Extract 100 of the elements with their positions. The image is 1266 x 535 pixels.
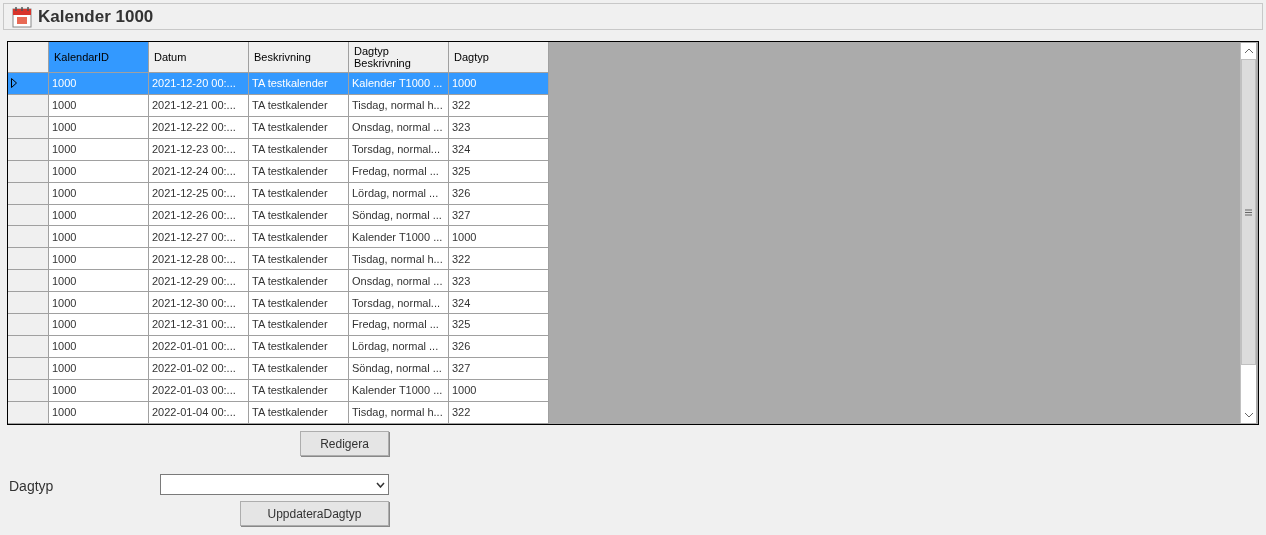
table-cell: Lördag, normal ... xyxy=(349,336,449,359)
table-cell: TA testkalender xyxy=(249,248,349,271)
table-cell: 1000 xyxy=(49,94,149,117)
table-cell: TA testkalender xyxy=(249,72,349,95)
table-cell: Torsdag, normal... xyxy=(349,138,449,161)
dagtyp-label: Dagtyp xyxy=(9,477,54,496)
table-cell: 1000 xyxy=(49,314,149,337)
current-row-icon xyxy=(11,78,17,89)
table-cell: TA testkalender xyxy=(249,204,349,227)
table-cell: Onsdag, normal ... xyxy=(349,270,449,293)
row-header[interactable] xyxy=(8,160,49,183)
table-cell: 1000 xyxy=(49,72,149,95)
table-cell: 2021-12-26 00:... xyxy=(149,204,249,227)
table-cell: 327 xyxy=(449,358,549,381)
row-header[interactable] xyxy=(8,336,49,359)
table-cell: 1000 xyxy=(449,380,549,402)
table-cell: 2021-12-21 00:... xyxy=(149,94,249,117)
table-cell: 2021-12-20 00:... xyxy=(149,72,249,95)
column-header[interactable]: Beskrivning xyxy=(249,42,349,73)
table-cell: 326 xyxy=(449,336,549,359)
table-cell: TA testkalender xyxy=(249,94,349,117)
table-cell: 1000 xyxy=(49,138,149,161)
table-cell: Fredag, normal ... xyxy=(349,160,449,183)
column-header[interactable]: Dagtyp xyxy=(449,42,549,73)
table-cell: 1000 xyxy=(49,292,149,315)
table-cell: 2022-01-03 00:... xyxy=(149,380,249,402)
table-cell: 1000 xyxy=(49,248,149,271)
row-header[interactable] xyxy=(8,116,49,139)
table-cell: 1000 xyxy=(49,160,149,183)
row-header[interactable] xyxy=(8,270,49,293)
table-cell: 1000 xyxy=(49,402,149,424)
table-cell: 325 xyxy=(449,314,549,337)
row-header[interactable] xyxy=(8,402,49,424)
table-cell: 1000 xyxy=(49,380,149,402)
table-cell: 2022-01-04 00:... xyxy=(149,402,249,424)
table-cell: TA testkalender xyxy=(249,402,349,424)
table-cell: 327 xyxy=(449,204,549,227)
chevron-down-icon xyxy=(376,481,385,488)
row-header[interactable] xyxy=(8,94,49,117)
table-cell: TA testkalender xyxy=(249,314,349,337)
table-cell: 1000 xyxy=(49,204,149,227)
scroll-thumb[interactable] xyxy=(1241,59,1256,365)
scrollbar[interactable] xyxy=(1240,43,1256,423)
table-cell: TA testkalender xyxy=(249,270,349,293)
table-cell: 2021-12-24 00:... xyxy=(149,160,249,183)
table-cell: 324 xyxy=(449,292,549,315)
edit-button[interactable]: Redigera xyxy=(300,431,389,456)
table-cell: 1000 xyxy=(49,116,149,139)
table-cell: 2022-01-01 00:... xyxy=(149,336,249,359)
column-header[interactable]: Dagtyp Beskrivning xyxy=(349,42,449,73)
table-cell: Kalender T1000 ... xyxy=(349,226,449,249)
row-header[interactable] xyxy=(8,358,49,381)
grip-icon xyxy=(1245,208,1252,216)
row-header[interactable] xyxy=(8,380,49,402)
table-cell: 1000 xyxy=(49,226,149,249)
table-cell: Fredag, normal ... xyxy=(349,314,449,337)
table-cell: TA testkalender xyxy=(249,292,349,315)
row-header[interactable] xyxy=(8,204,49,227)
table-cell: 1000 xyxy=(49,270,149,293)
table-cell: 326 xyxy=(449,182,549,205)
column-header[interactable]: KalendarID xyxy=(49,42,149,73)
table-cell: TA testkalender xyxy=(249,116,349,139)
dagtyp-dropdown[interactable] xyxy=(160,474,389,495)
row-header[interactable] xyxy=(8,314,49,337)
table-cell: 2021-12-28 00:... xyxy=(149,248,249,271)
table-cell: TA testkalender xyxy=(249,336,349,359)
table-cell: 2021-12-30 00:... xyxy=(149,292,249,315)
window-title: Kalender 1000 xyxy=(38,5,154,28)
table-cell: 322 xyxy=(449,94,549,117)
table-cell: 323 xyxy=(449,270,549,293)
table-cell: 1000 xyxy=(449,226,549,249)
table-cell: 1000 xyxy=(449,72,549,95)
table-cell: TA testkalender xyxy=(249,226,349,249)
table-cell: Onsdag, normal ... xyxy=(349,116,449,139)
table-cell: Lördag, normal ... xyxy=(349,182,449,205)
table-cell: Tisdag, normal h... xyxy=(349,402,449,424)
table-cell: Torsdag, normal... xyxy=(349,292,449,315)
row-header[interactable] xyxy=(8,226,49,249)
table-cell: TA testkalender xyxy=(249,160,349,183)
table-cell: 2021-12-23 00:... xyxy=(149,138,249,161)
row-header[interactable] xyxy=(8,182,49,205)
table-cell: Söndag, normal ... xyxy=(349,358,449,381)
table-cell: 1000 xyxy=(49,182,149,205)
table-cell: 2022-01-02 00:... xyxy=(149,358,249,381)
table-cell: Tisdag, normal h... xyxy=(349,248,449,271)
table-cell: TA testkalender xyxy=(249,138,349,161)
table-cell: 2021-12-31 00:... xyxy=(149,314,249,337)
table-cell: 2021-12-29 00:... xyxy=(149,270,249,293)
update-button[interactable]: UppdateraDagtyp xyxy=(240,501,389,526)
row-header[interactable] xyxy=(8,72,49,95)
table-cell: 1000 xyxy=(49,358,149,381)
row-header[interactable] xyxy=(8,138,49,161)
column-header[interactable]: Datum xyxy=(149,42,249,73)
table-cell: TA testkalender xyxy=(249,358,349,381)
table-cell: 322 xyxy=(449,402,549,424)
table-cell: 1000 xyxy=(49,336,149,359)
table-cell: Kalender T1000 ... xyxy=(349,380,449,402)
table-cell: TA testkalender xyxy=(249,182,349,205)
row-header[interactable] xyxy=(8,248,49,271)
row-header[interactable] xyxy=(8,292,49,315)
